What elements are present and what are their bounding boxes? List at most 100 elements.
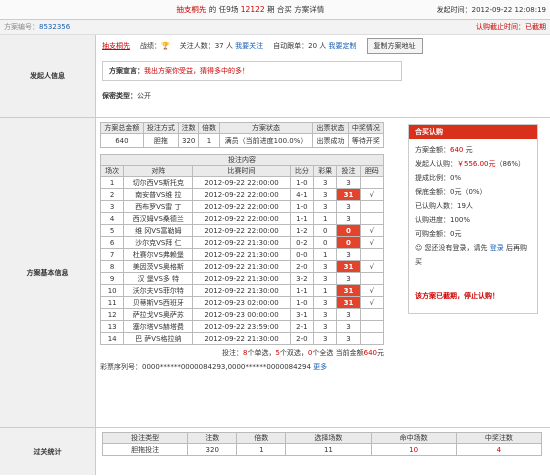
summary-header: 倍数 [198, 122, 220, 134]
bet-cell: 美因茨VS奥格斯 [123, 260, 194, 273]
bet-row: 10 沃尔夫VS菲尔特 2012-09-22 21:30:00 1-1 1 31 √ [99, 284, 385, 297]
serial-label: 彩票序列号： [100, 363, 142, 371]
summary-cell: 满员（当前进度100.0%） [218, 133, 314, 148]
bet-cell: 5 [99, 224, 125, 237]
bet-cell: 6 [99, 236, 125, 249]
pass-header: 注数 [187, 432, 238, 444]
initiator-link[interactable]: 抽支桐先 [176, 5, 206, 14]
section-label: 过关统计 [0, 428, 96, 475]
section-label: 发起人信息 [0, 35, 96, 117]
bet-cell: 3 [336, 248, 361, 261]
trophy-icon: 🏆 [161, 42, 170, 50]
bet-cell: 4 [99, 212, 125, 225]
stopped-notice: 该方案已截期，停止认购！ [415, 292, 499, 300]
pass-header: 倍数 [236, 432, 287, 444]
pass-section: 过关统计 投注类型 注数 倍数 选择场数 命中场数 中奖注数 胆拖投注 320 … [0, 428, 550, 475]
bet-cell: 3 [313, 188, 338, 201]
follow-link[interactable]: 我要关注 [235, 42, 263, 50]
bet-cell: 杜赛尔VS弗赖堡 [123, 248, 194, 261]
auto-label: 自动跟单： [273, 42, 309, 50]
bet-cell: 巴 萨VS格拉纳 [123, 332, 194, 345]
bet-cell: 12 [99, 308, 125, 321]
bet-caption: 投注内容 [100, 154, 384, 166]
bet-cell: 13 [99, 320, 125, 333]
summary-cell: 1 [198, 133, 220, 148]
bet-cell: 31 [336, 260, 361, 273]
bet-cell [359, 308, 385, 321]
login-link[interactable]: 登录 [490, 244, 504, 252]
serial-value: 0000******0000084293,0000******000008429… [142, 363, 311, 371]
bet-cell: 10 [99, 284, 125, 297]
bet-cell: 3 [313, 200, 338, 213]
bet-row: 2 南安普VS维 拉 2012-09-22 22:00:00 4-1 3 31 √ [99, 188, 385, 201]
bet-cell: 14 [99, 332, 125, 345]
bet-cell: 3 [336, 200, 361, 213]
progress-value: 100% [450, 216, 471, 224]
bet-cell: 2012-09-22 21:30:00 [192, 248, 291, 261]
bet-cell: 维 冈VS富勒姆 [123, 224, 194, 237]
bet-cell: 1 [313, 248, 338, 261]
bet-cell: 2012-09-22 21:30:00 [192, 332, 291, 345]
bet-header: 彩果 [313, 165, 338, 177]
pass-cell: 1 [236, 443, 287, 456]
initiator-name[interactable]: 抽支桐先 [102, 41, 130, 51]
bet-cell: √ [359, 284, 385, 297]
pass-cell: 11 [285, 443, 372, 456]
bet-cell: 0-0 [289, 248, 315, 261]
bet-cell: 2-0 [289, 332, 315, 345]
page-title: 抽支桐先 的 任9场 12122 期 合买 方案详情 [64, 4, 437, 15]
scheme-bar: 方案编号：8532356 认购截止时间：已截期 [0, 20, 550, 35]
summary-cell: 等待开奖 [347, 133, 385, 148]
bet-cell: √ [359, 224, 385, 237]
bet-cell: 3-2 [289, 272, 315, 285]
top-bar: 抽支桐先 的 任9场 12122 期 合买 方案详情 发起时间：2012-09-… [0, 0, 550, 20]
bet-cell: 3-1 [289, 308, 315, 321]
bet-cell: 0 [313, 236, 338, 249]
pass-header: 选择场数 [285, 432, 372, 444]
bet-cell: 1-2 [289, 224, 315, 237]
bet-row: 11 贝蒂斯VS西班牙 2012-09-23 02:00:00 1-0 3 31 √ [99, 296, 385, 309]
copy-url-button[interactable]: 复制方案地址 [366, 38, 423, 54]
bet-cell: 3 [336, 332, 361, 345]
bet-cell: 1 [313, 212, 338, 225]
bet-cell: 3 [313, 320, 338, 333]
note-text: 投注： [221, 349, 243, 357]
progress-label: 认购进度： [415, 216, 450, 224]
buy-panel-title: 合买认购 [409, 125, 537, 139]
pass-cell: 10 [370, 443, 457, 456]
secrecy-value: 公开 [137, 92, 151, 100]
pass-cell: 320 [187, 443, 238, 456]
bet-cell: 1-0 [289, 200, 315, 213]
auto-link[interactable]: 我要定制 [329, 42, 357, 50]
scheme-id-label: 方案编号： [4, 23, 39, 31]
bet-cell: 2-0 [289, 260, 315, 273]
bet-cell: 1-1 [289, 284, 315, 297]
guarantee-value: 0元（0%） [450, 188, 487, 196]
bet-cell: 1-0 [289, 296, 315, 309]
login-text: 您还没有登录，请先 [424, 244, 490, 252]
bet-header: 对阵 [123, 165, 194, 177]
bet-cell [359, 320, 385, 333]
bet-cell: 2012-09-22 21:30:00 [192, 272, 291, 285]
bet-cell: 31 [336, 188, 361, 201]
bet-cell [359, 272, 385, 285]
scheme-id: 8532356 [39, 23, 71, 31]
auto-count: 20 [308, 42, 318, 50]
declaration-text: 我出方案你受益，猜得多中的多！ [144, 67, 249, 75]
bet-cell: 切尔西VS斯托克 [123, 176, 194, 189]
bet-row: 9汉 堡VS多 特 2012-09-22 21:30:00 3-2 3 3 [99, 272, 385, 285]
serial-more-link[interactable]: 更多 [313, 363, 327, 371]
bet-cell: 3 [336, 308, 361, 321]
pass-cell: 4 [455, 443, 543, 456]
bet-cell: √ [359, 236, 385, 249]
bet-cell: 3 [336, 176, 361, 189]
bet-note: 投注：8个单选，5个双选，0个全选 当前金额640元 [100, 348, 384, 358]
note-text: 个单选， [247, 349, 276, 357]
bet-header: 比赛时间 [192, 165, 291, 177]
bet-cell: 0 [336, 236, 361, 249]
bet-cell: 萨拉戈VS奥萨苏 [123, 308, 194, 321]
bet-cell: 0-2 [289, 236, 315, 249]
bet-cell [359, 248, 385, 261]
bet-cell: 8 [99, 260, 125, 273]
total-value: 640 [450, 146, 464, 154]
